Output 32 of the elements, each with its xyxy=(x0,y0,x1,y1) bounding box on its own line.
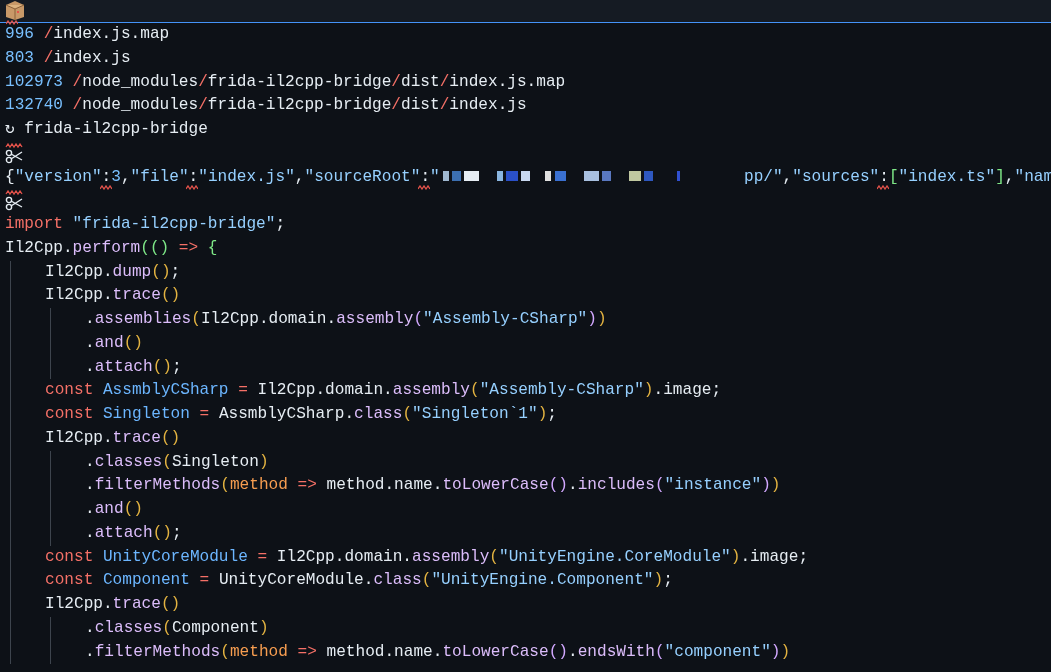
scissors-icon xyxy=(5,142,23,165)
package-icon xyxy=(4,0,26,20)
error-squiggle-icon xyxy=(99,184,112,190)
code-line: const AssmblyCSharp = Il2Cpp.domain.assembly("Assembly-CSharp").image; xyxy=(45,381,722,400)
code-line: Il2Cpp.dump(); xyxy=(45,262,181,281)
code-line: .attach(); xyxy=(85,523,182,542)
code-line: .and() xyxy=(85,500,143,518)
code-line: Il2Cpp.trace() xyxy=(45,286,181,305)
code-line: const UnityCoreModule = Il2Cpp.domain.assembly("UnityEngine.CoreModule").image; xyxy=(45,547,809,566)
code-line: .attach(); xyxy=(85,357,182,376)
code-line: 803 /index.js xyxy=(5,48,131,67)
scissors-icon xyxy=(5,190,23,213)
code-line: Il2Cpp.perform(() => { xyxy=(5,238,218,257)
error-squiggle-icon xyxy=(6,20,18,25)
code-line: .and() xyxy=(85,333,143,352)
code-line: import "frida-il2cpp-bridge"; xyxy=(5,215,286,233)
code-line: 132740 /node_modules/frida-il2cpp-bridge/dist/index.js xyxy=(5,96,527,115)
error-squiggle-icon xyxy=(418,184,431,190)
code-line: .classes(Singleton) xyxy=(85,452,269,471)
code-line: .filterMethods(method => method.name.toLowerCase().endsWith("component")) xyxy=(85,642,791,661)
code-line: Il2Cpp.trace() xyxy=(45,428,181,447)
error-squiggle-icon xyxy=(877,184,890,190)
code-line: ↻ frida-il2cpp-bridge xyxy=(5,120,208,138)
code-line: 996 /index.js.map xyxy=(5,25,170,43)
error-squiggle-icon xyxy=(186,184,199,190)
code-line: const Component = UnityCoreModule.class("UnityEngine.Component"); xyxy=(45,571,673,590)
code-line: .filterMethods(method => method.name.toLowerCase().includes("instance")) xyxy=(85,476,781,495)
code-line: 102973 /node_modules/frida-il2cpp-bridge/dist/index.js.map xyxy=(5,72,566,91)
code-line: .assemblies(Il2Cpp.domain.assembly("Assembly-CSharp")) xyxy=(85,310,607,328)
code-line: Il2Cpp.trace() xyxy=(45,595,181,613)
code-line: .classes(Component) xyxy=(85,618,269,637)
code-line: const Singleton = AssmblyCSharp.class("Singleton`1"); xyxy=(45,405,557,423)
